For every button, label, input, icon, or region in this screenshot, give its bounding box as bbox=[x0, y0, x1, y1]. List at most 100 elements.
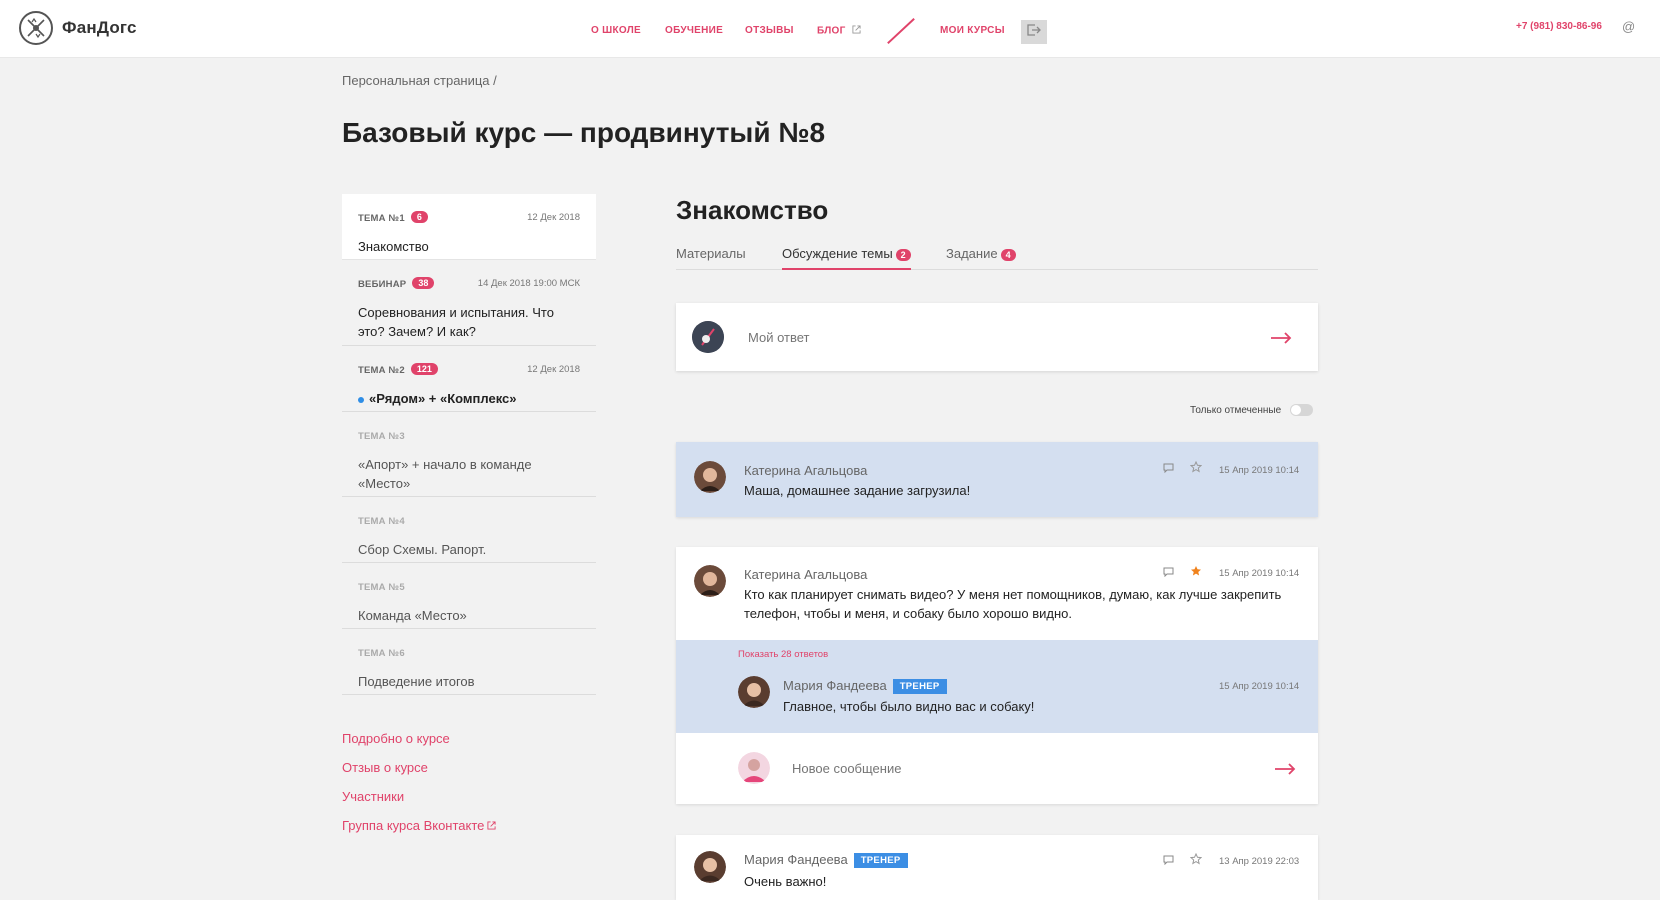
starred-filter-label: Только отмеченные bbox=[1190, 404, 1282, 416]
star-filled-icon[interactable] bbox=[1190, 565, 1202, 580]
email-at-icon[interactable]: @ bbox=[1622, 19, 1635, 34]
participants-link[interactable]: Участники bbox=[342, 789, 496, 804]
page-title: Базовый курс — продвинутый №8 bbox=[342, 117, 826, 148]
tab-count-badge: 4 bbox=[1000, 248, 1016, 261]
tab-materials[interactable]: Материалы bbox=[676, 246, 746, 270]
logo-text: ФанДогс bbox=[62, 18, 137, 37]
tab-discussion[interactable]: Обсуждение темы 2 bbox=[782, 246, 911, 270]
topic-date: 14 Дек 2018 19:00 МСК bbox=[477, 278, 580, 289]
topic-item-1[interactable]: ТЕМА №1 6 12 Дек 2018 Знакомство bbox=[342, 194, 596, 260]
comment-icon[interactable] bbox=[1163, 567, 1174, 580]
comment-icon[interactable] bbox=[1163, 463, 1174, 476]
reply-author[interactable]: Мария Фандеева ТРЕНЕР bbox=[783, 678, 947, 695]
trainer-badge: ТРЕНЕР bbox=[892, 679, 947, 695]
topic-date: 12 Дек 2018 bbox=[527, 212, 580, 223]
vk-group-label: Группа курса Вконтакте bbox=[342, 818, 485, 833]
topic-name: Знакомство bbox=[358, 239, 429, 254]
course-review-link[interactable]: Отзыв о курсе bbox=[342, 760, 496, 775]
topic-name: «Рядом» + «Комплекс» bbox=[358, 389, 580, 408]
tab-bar: Материалы Обсуждение темы 2 Задание 4 bbox=[676, 246, 1318, 270]
topic-badge: 38 bbox=[412, 276, 435, 289]
reply-input[interactable] bbox=[748, 327, 1228, 347]
topic-item-2[interactable]: ТЕМА №2 121 12 Дек 2018 «Рядом» + «Компле… bbox=[342, 346, 596, 412]
tab-count-badge: 2 bbox=[895, 248, 911, 261]
starred-toggle[interactable] bbox=[1290, 404, 1314, 416]
topic-item-3[interactable]: ТЕМА №3 «Апорт» + начало в команде «Мест… bbox=[342, 412, 596, 497]
nav-learning[interactable]: ОБУЧЕНИЕ bbox=[665, 25, 723, 36]
reply-author-name: Мария Фандеева bbox=[783, 678, 887, 693]
post-card: Катерина Агальцова 15 Апр 2019 10:14 Кто… bbox=[676, 547, 1318, 804]
topic-name: Соревнования и испытания. Что это? Зачем… bbox=[358, 305, 554, 339]
logout-button[interactable] bbox=[1021, 20, 1047, 44]
post-author[interactable]: Мария Фандеева ТРЕНЕР bbox=[744, 852, 908, 869]
post-card: Мария Фандеева ТРЕНЕР 13 Апр 2019 22:03 О… bbox=[676, 835, 1318, 900]
logout-icon bbox=[1027, 23, 1041, 41]
post-text: Маша, домашнее задание загрузила! bbox=[744, 483, 971, 498]
author-avatar bbox=[694, 851, 726, 883]
post-text: Кто как планирует снимать видео? У меня … bbox=[744, 587, 1282, 621]
topic-name-text: «Рядом» + «Комплекс» bbox=[369, 391, 517, 406]
user-avatar bbox=[738, 752, 770, 784]
topic-label: ТЕМА №3 bbox=[358, 431, 405, 442]
topic-item-6[interactable]: ТЕМА №6 Подведение итогов bbox=[342, 629, 596, 695]
topic-date: 12 Дек 2018 bbox=[527, 364, 580, 375]
topic-badge: 6 bbox=[410, 210, 428, 223]
post-author[interactable]: Катерина Агальцова bbox=[744, 567, 867, 582]
post-date: 15 Апр 2019 10:14 bbox=[1219, 568, 1300, 579]
trainer-badge: ТРЕНЕР bbox=[853, 853, 908, 869]
tab-assignment[interactable]: Задание 4 bbox=[946, 246, 1016, 270]
post-date: 13 Апр 2019 22:03 bbox=[1219, 856, 1300, 867]
section-title: Знакомство bbox=[676, 195, 829, 225]
tab-assignment-label: Задание bbox=[946, 246, 998, 261]
reply-composer bbox=[676, 303, 1318, 371]
logo-emblem-icon bbox=[19, 11, 53, 45]
topic-badge: 121 bbox=[410, 362, 438, 375]
post-card: Катерина Агальцова 15 Апр 2019 10:14 Маш… bbox=[676, 442, 1318, 517]
author-avatar bbox=[694, 565, 726, 597]
comment-icon[interactable] bbox=[1163, 855, 1174, 868]
topic-label: ТЕМА №5 bbox=[358, 582, 405, 593]
topic-name: «Апорт» + начало в команде «Место» bbox=[358, 457, 532, 491]
nav-blog-label: БЛОГ bbox=[817, 25, 846, 37]
author-avatar bbox=[738, 676, 770, 708]
topic-label: ТЕМА №4 bbox=[358, 516, 405, 527]
star-icon[interactable] bbox=[1189, 460, 1203, 476]
send-arrow-icon[interactable] bbox=[1270, 331, 1292, 344]
reply-text: Главное, чтобы было видно вас и собаку! bbox=[783, 699, 1035, 714]
external-link-icon bbox=[487, 818, 496, 833]
topic-item-4[interactable]: ТЕМА №4 Сбор Схемы. Рапорт. bbox=[342, 497, 596, 563]
topic-name: Подведение итогов bbox=[358, 674, 475, 689]
topic-label: ТЕМА №6 bbox=[358, 648, 405, 659]
logo[interactable]: ФанДогс bbox=[19, 11, 137, 45]
new-message-input[interactable] bbox=[792, 758, 1212, 778]
phone-number[interactable]: +7 (981) 830-86-96 bbox=[1516, 21, 1602, 32]
user-avatar bbox=[692, 321, 724, 353]
course-links: Подробно о курсе Отзыв о курсе Участники… bbox=[342, 731, 496, 847]
top-bar: ФанДогс О ШКОЛЕ ОБУЧЕНИЕ ОТЗЫВЫ БЛОГ МОИ… bbox=[0, 0, 1660, 58]
new-message-composer bbox=[676, 733, 1318, 804]
nav-blog[interactable]: БЛОГ bbox=[817, 25, 861, 37]
nav-divider bbox=[887, 17, 915, 45]
topic-list: ТЕМА №1 6 12 Дек 2018 Знакомство ВЕБИНАР 3… bbox=[342, 194, 596, 695]
post-date: 15 Апр 2019 10:14 bbox=[1219, 465, 1300, 476]
nav-my-courses[interactable]: МОИ КУРСЫ bbox=[940, 25, 1005, 36]
vk-group-link[interactable]: Группа курса Вконтакте bbox=[342, 818, 496, 833]
star-icon[interactable] bbox=[1189, 852, 1203, 868]
show-replies-link[interactable]: Показать 28 ответов bbox=[738, 649, 828, 660]
nav-reviews[interactable]: ОТЗЫВЫ bbox=[745, 25, 794, 36]
topic-item-5[interactable]: ТЕМА №5 Команда «Место» bbox=[342, 563, 596, 629]
topic-item-webinar[interactable]: ВЕБИНАР 38 14 Дек 2018 19:00 МСК Соревнов… bbox=[342, 260, 596, 346]
external-link-icon bbox=[852, 25, 861, 37]
unread-dot-icon bbox=[358, 396, 364, 403]
reply-thread: Показать 28 ответов Мария Фандеева ТРЕНЕР… bbox=[676, 640, 1318, 733]
reply-date: 15 Апр 2019 10:14 bbox=[1219, 681, 1300, 692]
topic-name: Команда «Место» bbox=[358, 608, 467, 623]
starred-filter: Только отмеченные bbox=[1190, 404, 1314, 416]
course-details-link[interactable]: Подробно о курсе bbox=[342, 731, 496, 746]
post-author[interactable]: Катерина Агальцова bbox=[744, 463, 867, 478]
tab-discussion-label: Обсуждение темы bbox=[782, 246, 893, 261]
send-arrow-icon[interactable] bbox=[1274, 762, 1296, 775]
breadcrumb[interactable]: Персональная страница / bbox=[342, 73, 497, 88]
nav-about[interactable]: О ШКОЛЕ bbox=[591, 25, 641, 36]
topic-label: ВЕБИНАР bbox=[358, 279, 407, 290]
